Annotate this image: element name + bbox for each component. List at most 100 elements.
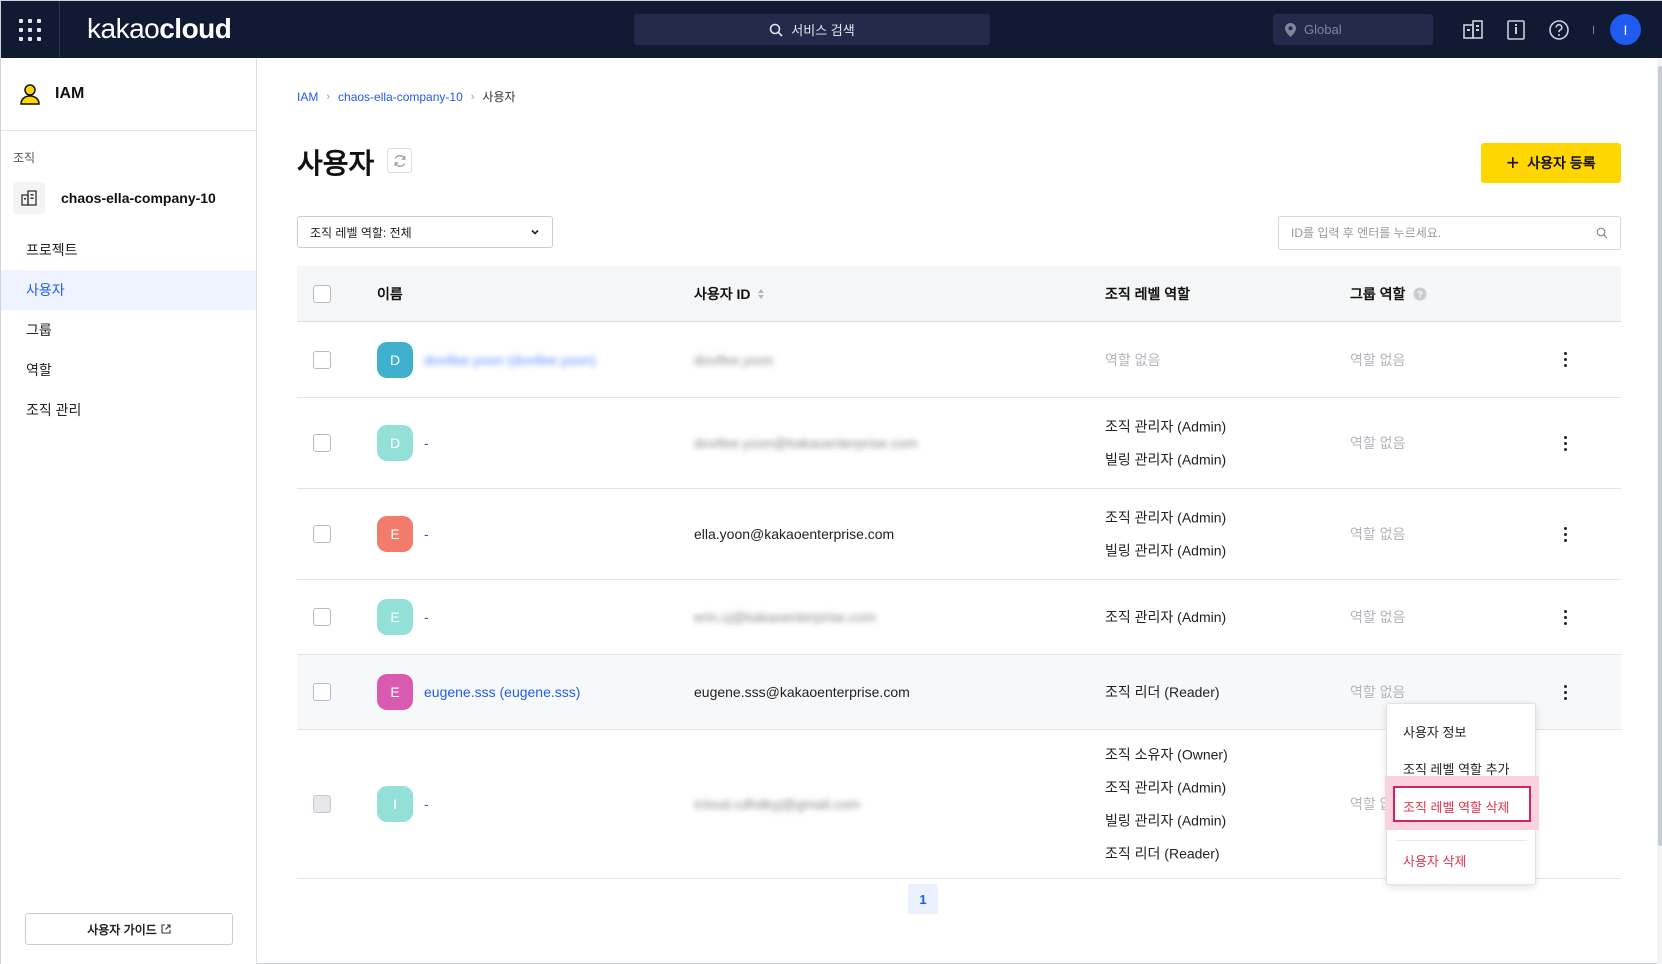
menu-item-delete-user[interactable]: 사용자 삭제 [1403, 851, 1466, 870]
external-link-icon [161, 924, 171, 934]
region-label: Global [1304, 22, 1342, 37]
header-user-id[interactable]: 사용자 ID [694, 284, 765, 304]
menu-item-add-org-role[interactable]: 조직 레벨 역할 추가 [1403, 759, 1510, 778]
row-checkbox[interactable] [313, 683, 331, 701]
org-roles: 역할 없음 [1105, 350, 1160, 370]
row-checkbox[interactable] [313, 434, 331, 452]
filter-value: 조직 레벨 역할: 전체 [310, 225, 412, 240]
avatar: E [377, 674, 413, 710]
user-name-link[interactable]: eugene.sss (eugene.sss) [424, 684, 580, 700]
divider [1593, 26, 1594, 34]
more-options-icon[interactable] [1555, 607, 1575, 627]
role-label: 빌링 관리자 (Admin) [1105, 542, 1227, 559]
help-icon[interactable] [1547, 18, 1571, 42]
user-name-link[interactable]: - [424, 526, 429, 542]
more-options-icon[interactable] [1555, 433, 1575, 453]
sidebar-item-users[interactable]: 사용자 [1, 270, 256, 310]
user-name-link[interactable]: - [424, 435, 429, 451]
org-roles: 조직 관리자 (Admin) 빌링 관리자 (Admin) [1105, 417, 1226, 470]
more-options-icon[interactable] [1555, 682, 1575, 702]
select-all-checkbox[interactable] [313, 284, 331, 303]
sidebar-item-org-management[interactable]: 조직 관리 [1, 390, 256, 430]
divider [59, 1, 60, 58]
more-options-icon[interactable] [1555, 350, 1575, 370]
group-role: 역할 없음 [1350, 351, 1406, 368]
organization-icon[interactable] [1461, 18, 1485, 42]
scrollbar-thumb[interactable] [1658, 66, 1662, 846]
sidebar-item-groups[interactable]: 그룹 [1, 310, 256, 350]
add-user-button[interactable]: + 사용자 등록 [1481, 143, 1621, 183]
org-role-filter-select[interactable]: 조직 레벨 역할: 전체 [297, 216, 553, 248]
table-header: 이름 사용자 ID 조직 레벨 역할 그룹 역할 ? [297, 266, 1621, 322]
user-id: ella.yoon@kakaoenterprise.com [694, 526, 895, 542]
role-label: 조직 관리자 (Admin) [1105, 779, 1227, 796]
chevron-right-icon: › [470, 90, 475, 103]
breadcrumb-org[interactable]: chaos-ella-company-10 [338, 90, 463, 104]
header-group-role-label: 그룹 역할 [1350, 285, 1406, 302]
org-section-label: 조직 [13, 151, 36, 165]
user-id-search [1278, 216, 1621, 250]
menu-item-user-info[interactable]: 사용자 정보 [1403, 722, 1466, 741]
divider [1397, 840, 1527, 841]
more-options-icon[interactable] [1555, 524, 1575, 544]
table-row[interactable]: E - ella.yoon@kakaoenterprise.com 조직 관리자… [297, 489, 1621, 580]
row-checkbox[interactable] [313, 525, 331, 543]
row-checkbox[interactable] [313, 350, 331, 369]
region-selector[interactable]: Global [1273, 14, 1433, 45]
avatar: D [377, 341, 413, 378]
role-label: 조직 관리자 (Admin) [1105, 609, 1227, 625]
group-role: 역할 없음 [1350, 526, 1406, 542]
user-name-link[interactable]: - [424, 609, 429, 625]
pagination-page-button[interactable]: 1 [908, 884, 938, 914]
page-title: 사용자 [297, 148, 375, 179]
sidebar-item-roles[interactable]: 역할 [1, 350, 256, 390]
breadcrumb: IAM › chaos-ella-company-10 › 사용자 [297, 88, 516, 105]
org-selector[interactable]: chaos-ella-company-10 [13, 182, 256, 214]
role-label: 조직 관리자 (Admin) [1105, 418, 1227, 435]
breadcrumb-current: 사용자 [482, 90, 516, 104]
table-row[interactable]: D - dovifee.yoon@kakaoenterprise.com 조직 … [297, 398, 1621, 489]
org-roles: 조직 소유자 (Owner) 조직 관리자 (Admin) 빌링 관리자 (Ad… [1105, 745, 1228, 864]
search-icon[interactable] [1596, 227, 1608, 239]
user-name-link[interactable]: - [424, 796, 429, 812]
user-guide-label: 사용자 가이드 [87, 922, 157, 937]
org-roles: 조직 리더 (Reader) [1105, 682, 1220, 702]
search-icon [769, 23, 783, 37]
app-grid-icon[interactable] [19, 19, 41, 41]
row-context-menu: 사용자 정보 조직 레벨 역할 추가 조직 레벨 역할 삭제 사용자 삭제 [1385, 703, 1539, 885]
org-roles: 조직 관리자 (Admin) 빌링 관리자 (Admin) [1105, 508, 1226, 561]
top-navigation-bar: kakaocloud 서비스 검색 Global I [1, 1, 1662, 58]
user-id: dovifee.yoon [694, 351, 774, 368]
user-avatar[interactable]: I [1610, 14, 1641, 45]
role-label: 조직 소유자 (Owner) [1105, 746, 1228, 763]
menu-item-remove-org-role[interactable]: 조직 레벨 역할 삭제 [1403, 797, 1510, 816]
svg-text:?: ? [1418, 289, 1424, 299]
add-user-label: 사용자 등록 [1527, 155, 1596, 171]
header-group-role: 그룹 역할 ? [1350, 284, 1427, 304]
user-id-search-input[interactable] [1291, 226, 1571, 240]
breadcrumb-iam[interactable]: IAM [297, 90, 318, 104]
scrollbar[interactable] [1657, 58, 1662, 964]
building-icon [21, 190, 37, 206]
header-user-id-label: 사용자 ID [694, 285, 751, 302]
user-guide-button[interactable]: 사용자 가이드 [25, 913, 233, 945]
sidebar-item-projects[interactable]: 프로젝트 [1, 230, 256, 270]
sort-icon [757, 288, 764, 299]
service-search-label: 서비스 검색 [791, 23, 855, 38]
header-name: 이름 [377, 285, 403, 302]
service-search-button[interactable]: 서비스 검색 [634, 14, 990, 45]
help-icon[interactable]: ? [1413, 287, 1427, 301]
kakaocloud-logo[interactable]: kakaocloud [87, 13, 232, 45]
chevron-right-icon: › [326, 90, 331, 103]
table-row[interactable]: D dovifee.yoon (dovifee.yoon) dovifee.yo… [297, 322, 1621, 398]
plus-icon: + [1506, 150, 1520, 175]
avatar: D [377, 425, 413, 461]
user-name-link[interactable]: dovifee.yoon (dovifee.yoon) [424, 352, 596, 368]
role-label: 빌링 관리자 (Admin) [1105, 451, 1227, 468]
row-checkbox[interactable] [313, 608, 331, 626]
role-label: 조직 리더 (Reader) [1105, 845, 1220, 862]
notice-icon[interactable] [1504, 18, 1528, 42]
table-row[interactable]: E - erin.cj@kakaoenterprise.com 조직 관리자 (… [297, 580, 1621, 655]
refresh-button[interactable] [387, 148, 412, 173]
user-id: dovifee.yoon@kakaoenterprise.com [694, 435, 918, 451]
